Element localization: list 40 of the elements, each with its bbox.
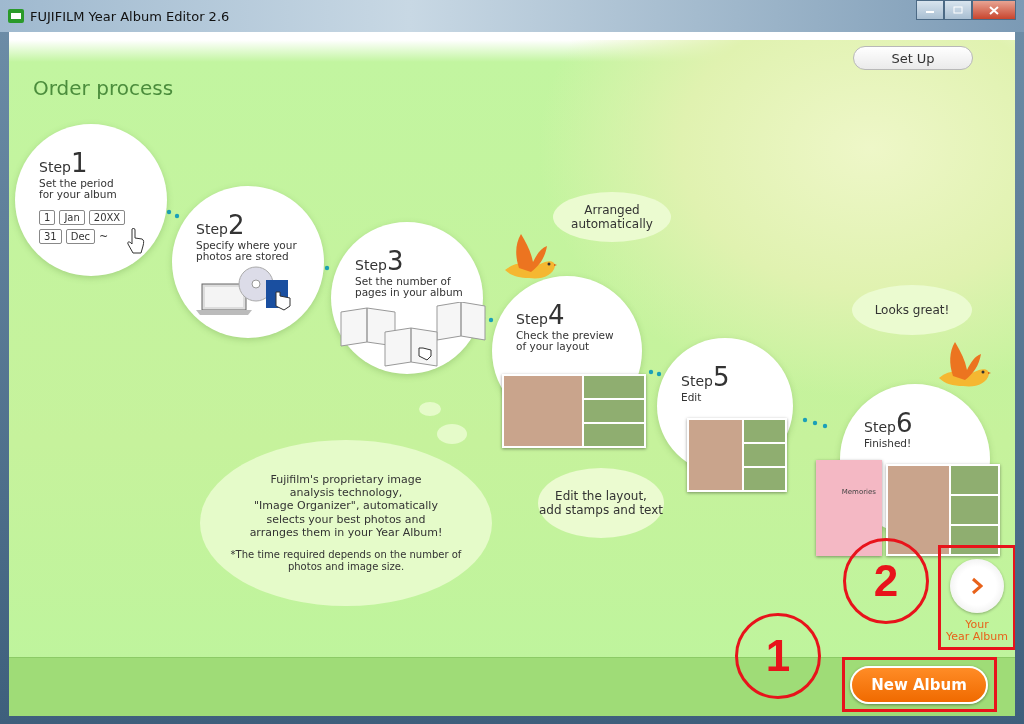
step-title: Step 5 [681,364,731,390]
speech-bubble: Edit the layout, add stamps and text [538,468,664,538]
maximize-button[interactable] [944,0,972,20]
callout-number: 1 [735,613,821,699]
step-description: Finished! [864,438,913,449]
pointing-hand-icon [127,228,145,254]
date-field: Jan [59,210,85,226]
date-field: 20XX [88,210,126,226]
page-heading: Order process [33,76,174,100]
step-title: Step4 [516,302,566,328]
date-field: 1 [39,210,56,226]
close-icon [989,5,999,15]
date-field: Dec [65,229,96,245]
app-icon [8,9,24,23]
step-description: Set the period for your album [39,178,118,201]
callout-number: 2 [843,538,929,624]
speech-bubble: Looks great! [852,285,972,335]
close-button[interactable] [972,0,1016,20]
maximize-icon [953,6,963,14]
chevron-right-icon [971,577,983,595]
next-button-label[interactable]: Your Year Album [937,619,1015,643]
step-description: Edit [681,392,703,403]
step-title: Step 2 [196,212,246,238]
bubble-text: Fujifilm's proprietary image analysis technology, "Image Organizer", automatically selects your best photos and arranges them in your Year Album! [249,473,443,539]
footnote-text: *The time required depends on the number of photos and image size. [230,548,462,573]
thought-puff [419,402,441,416]
minimize-button[interactable] [916,0,944,20]
speech-bubble: Arranged automatically [553,192,671,242]
range-sign: ~ [99,230,109,244]
step-description: Check the preview of your layout [516,330,615,353]
date-field: 31 [39,229,62,245]
step-description: Set the number of pages in your album [355,276,464,299]
step-title: Step 6 [864,410,914,436]
new-album-button[interactable]: New Album [850,666,988,704]
window-title: FUJIFILM Year Album Editor 2.6 [30,8,230,24]
step-title: Step 3 [355,248,405,274]
step-title: Step 1 [39,150,89,176]
step-description: Specify where your photos are stored [196,240,298,263]
thought-puff [437,424,467,444]
setup-button[interactable]: Set Up [853,46,973,70]
